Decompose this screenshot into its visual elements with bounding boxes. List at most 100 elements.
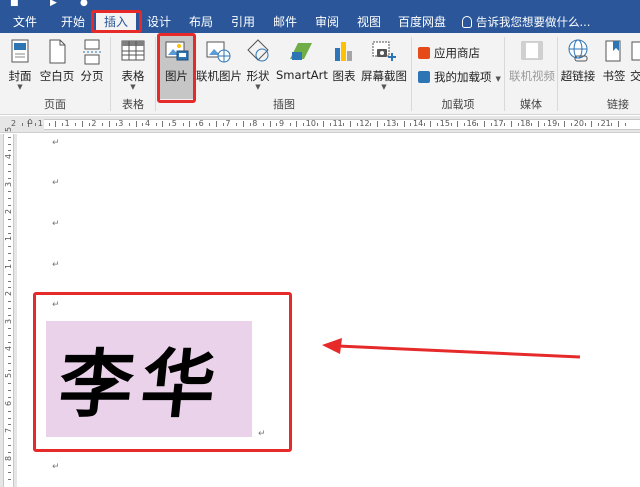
vertical-ruler[interactable]: 5 4 3 2 1 1 2 3 4 5 6 7 8	[0, 127, 17, 487]
ruler-number: 9	[279, 119, 285, 128]
ruler-tick	[8, 355, 11, 357]
store-icon	[418, 47, 430, 59]
ruler-number: 1	[37, 119, 43, 128]
tab-mailings[interactable]: 邮件	[266, 13, 304, 31]
tab-references[interactable]: 引用	[224, 13, 262, 31]
chevron-down-icon: ▼	[495, 75, 501, 83]
ruler-number: 17	[493, 119, 504, 128]
tab-design[interactable]: 设计	[140, 13, 178, 31]
ruler-tick	[276, 123, 278, 126]
ruler-tick	[8, 143, 11, 145]
ruler-tick	[8, 417, 11, 419]
ruler-tick	[356, 123, 358, 126]
ruler-tick	[8, 472, 11, 474]
undo-icon[interactable]: ▶	[50, 0, 57, 8]
ruler-tick	[102, 123, 104, 126]
ruler-number: 4	[4, 345, 13, 352]
my-addins-button[interactable]: 我的加载项 ▼	[418, 67, 501, 87]
online-video-button[interactable]: 联机视频	[508, 35, 556, 97]
pages-group-label: 页面	[44, 98, 66, 111]
bookmark-button[interactable]: 书签	[600, 35, 628, 97]
paragraph-mark: ↵	[52, 462, 60, 472]
ruler-tick	[591, 121, 593, 127]
online-picture-icon	[206, 41, 231, 63]
ruler-number: 19	[547, 119, 558, 128]
media-group-label: 媒体	[520, 98, 542, 111]
ruler-tick	[8, 253, 11, 255]
smartart-button[interactable]: SmartArt	[276, 35, 328, 97]
ruler-tick	[135, 121, 137, 127]
chart-button[interactable]: 图表	[330, 35, 358, 97]
ruler-tick	[189, 121, 191, 127]
group-divider	[504, 37, 505, 111]
group-divider	[155, 37, 156, 111]
cross-reference-icon	[631, 41, 640, 61]
tab-home[interactable]: 开始	[52, 13, 94, 31]
ruler-tick	[8, 198, 11, 200]
ruler-number: 2	[4, 291, 13, 297]
tab-view[interactable]: 视图	[350, 13, 388, 31]
ruler-tick	[209, 123, 211, 126]
screenshot-icon	[372, 41, 396, 61]
chevron-down-icon: ▼	[130, 83, 136, 91]
ruler-tick	[155, 123, 157, 126]
paragraph-mark: ↵	[52, 260, 60, 270]
group-divider	[110, 37, 111, 111]
ruler-number: 16	[466, 119, 477, 128]
indent-marker-icon[interactable]: ⌂	[27, 117, 33, 127]
ruler-number: 4	[145, 119, 151, 128]
online-picture-button[interactable]: 联机图片	[196, 35, 242, 97]
ruler-number: 4	[4, 154, 13, 160]
table-button[interactable]: 表格 ▼	[116, 35, 150, 97]
ruler-tick	[564, 121, 566, 127]
tab-baidu-netdisk[interactable]: 百度网盘	[394, 13, 450, 31]
ruler-number: 3	[118, 119, 124, 128]
group-divider	[557, 37, 558, 111]
ruler-tick	[262, 123, 264, 126]
chevron-down-icon: ▼	[17, 83, 23, 91]
page-break-button[interactable]: 分页	[78, 35, 106, 97]
horizontal-ruler[interactable]: 2 1 1 2 3 4 5 6 7 8 9 10 11 12 13 14 15 16 17 18 19 20 21 ⌂	[0, 116, 640, 133]
ruler-tick	[269, 121, 271, 127]
shapes-button[interactable]: 形状 ▼	[243, 35, 273, 97]
paragraph-mark: ↵	[52, 178, 60, 188]
ruler-tick	[423, 123, 425, 126]
ruler-tick	[8, 438, 11, 440]
table-icon	[121, 40, 145, 61]
tell-me-search[interactable]: 告诉我您想要做什么...	[462, 13, 590, 31]
ruler-tick	[370, 123, 372, 126]
blank-page-button[interactable]: 空白页	[38, 35, 76, 97]
ruler-tick	[142, 123, 144, 126]
chevron-down-icon: ▼	[381, 83, 387, 91]
ruler-number: 7	[4, 428, 13, 434]
ruler-tick	[8, 225, 11, 227]
ruler-tick	[624, 123, 626, 126]
hyperlink-button[interactable]: 超链接	[560, 35, 596, 97]
redo-icon[interactable]: ●	[80, 0, 88, 8]
ruler-number: 6	[4, 400, 13, 406]
ruler-tick	[430, 121, 432, 127]
save-icon[interactable]: ■	[10, 0, 19, 8]
ruler-tick	[437, 123, 439, 126]
tab-review[interactable]: 审阅	[308, 13, 346, 31]
ruler-tick	[410, 123, 412, 126]
ruler-tick	[8, 170, 11, 172]
ruler-tick	[450, 123, 452, 126]
shapes-icon	[247, 39, 269, 62]
ruler-tick	[48, 123, 50, 126]
ruler-number: 1	[4, 236, 13, 242]
addins-group-label: 加载项	[441, 98, 475, 111]
chevron-down-icon: ▼	[255, 83, 261, 91]
tab-layout[interactable]: 布局	[182, 13, 220, 31]
tab-file[interactable]: 文件	[4, 13, 46, 31]
cover-page-button[interactable]: 封面 ▼	[4, 35, 36, 97]
ruler-number: 21	[600, 119, 611, 128]
ruler-tick	[8, 273, 11, 275]
ruler-tick	[396, 123, 398, 126]
ruler-number: 1	[64, 119, 70, 128]
screenshot-button[interactable]: 屏幕截图 ▼	[360, 35, 408, 97]
cross-reference-button[interactable]: 交	[630, 35, 640, 97]
ruler-tick	[597, 123, 599, 126]
store-button[interactable]: 应用商店	[418, 43, 480, 63]
ruler-tick	[242, 121, 244, 127]
